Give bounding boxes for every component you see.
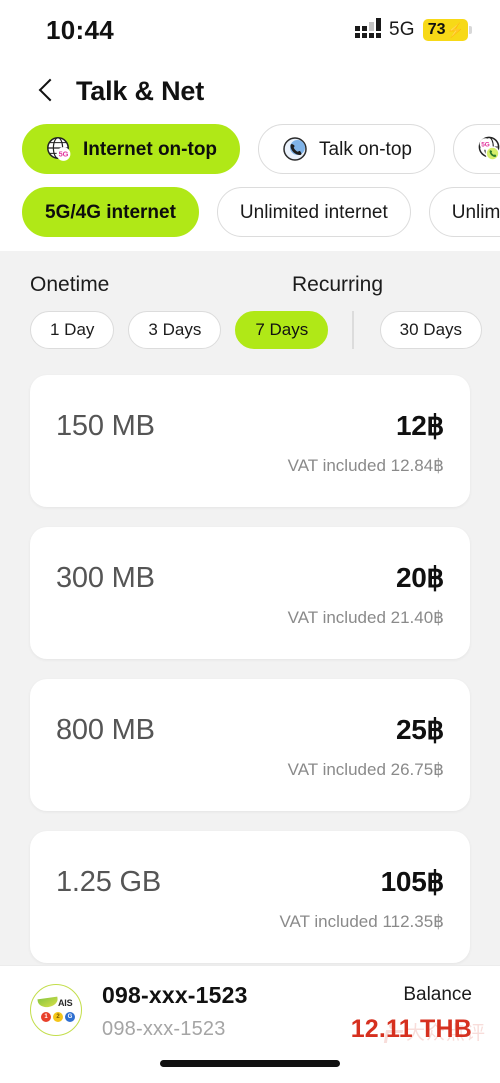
package-card-top: 800 MB 25฿ [56, 713, 444, 747]
balance-label: Balance [403, 984, 472, 1005]
globe-5g-icon: 5G [45, 135, 73, 163]
svg-text:5G: 5G [481, 141, 490, 148]
package-vat: VAT included 26.75฿ [287, 760, 444, 779]
chip-talk-on-top[interactable]: Talk on-top [258, 124, 435, 174]
msisdn-secondary: 098-xxx-1523 [102, 1018, 226, 1040]
package-vat: VAT included 112.35฿ [279, 912, 444, 931]
ais-logo-icon: AIS 1 2 G [30, 984, 82, 1036]
ais-logo-text: AIS [58, 998, 73, 1008]
package-vat: VAT included 12.84฿ [287, 456, 444, 475]
svg-text:5G: 5G [59, 150, 69, 159]
balance-block: Balance 12.11 THB [351, 984, 472, 1044]
package-card[interactable]: 800 MB 25฿ VAT included 26.75฿ [30, 679, 470, 811]
page-title: Talk & Net [76, 75, 205, 106]
ais-dot-red: 1 [41, 1012, 51, 1022]
package-card[interactable]: 300 MB 20฿ VAT included 21.40฿ [30, 527, 470, 659]
package-card-list: 150 MB 12฿ VAT included 12.84฿ 300 MB 20… [0, 375, 500, 963]
package-card[interactable]: 1.25 GB 105฿ VAT included 112.35฿ [30, 831, 470, 963]
chip-label: Internet on-top [83, 138, 218, 160]
chip-5g-4g-internet[interactable]: 5G/4G internet [22, 187, 199, 237]
battery-percent: 73 [427, 21, 446, 38]
ais-logo-dots: 1 2 G [41, 1012, 75, 1022]
duration-1-day[interactable]: 1 Day [30, 311, 115, 349]
phone-circle-icon [281, 135, 309, 163]
chip-label: 5G/4G internet [45, 201, 176, 223]
package-size: 300 MB [56, 562, 155, 594]
chip-label: Unlimited internet [239, 201, 388, 223]
chip-label: Talk on-top [319, 138, 412, 160]
category-chips-area: 5G Internet on-top Talk on-top 5G 5G/4G … [0, 112, 500, 251]
globe-talk-icon: 5G [476, 135, 500, 163]
duration-options-row: 1 Day 3 Days 7 Days 30 Days [0, 297, 500, 349]
package-card-top: 1.25 GB 105฿ [56, 865, 444, 899]
status-clock: 10:44 [46, 14, 114, 45]
package-price: 105฿ [380, 866, 445, 897]
chip-unlimited-internet[interactable]: Unlimited internet [216, 187, 411, 237]
chip-talk-and-net[interactable]: 5G Talk & n [452, 124, 500, 174]
chip-label: Unlimited in [451, 201, 500, 223]
chip-internet-on-top[interactable]: 5G Internet on-top [22, 124, 241, 174]
duration-divider [352, 311, 354, 349]
page-header: Talk & Net [0, 60, 500, 112]
status-indicators: 5G 73 ⚡ [355, 18, 473, 41]
ais-dot-blue: G [65, 1012, 75, 1022]
duration-headings: Onetime Recurring [0, 273, 500, 297]
onetime-heading: Onetime [30, 273, 110, 296]
package-size: 150 MB [56, 410, 155, 442]
duration-30-days[interactable]: 30 Days [379, 311, 483, 349]
duration-7-days[interactable]: 7 Days [235, 311, 329, 349]
package-price: 20฿ [395, 562, 444, 593]
package-card-top: 300 MB 20฿ [56, 561, 444, 595]
balance-value: 12.11 THB [350, 1015, 472, 1043]
battery-icon: 73 ⚡ [422, 19, 473, 41]
recurring-heading: Recurring [292, 273, 384, 296]
status-bar: 10:44 5G 73 ⚡ [0, 0, 500, 60]
sim-info: 098-xxx-1523 098-xxx-1523 [102, 982, 351, 1041]
signal-dots-icon [355, 18, 382, 38]
bottom-account-bar[interactable]: AIS 1 2 G 098-xxx-1523 098-xxx-1523 Bala… [0, 965, 500, 1083]
chip-unlimited-internet-2[interactable]: Unlimited in [428, 187, 500, 237]
back-chevron-icon[interactable] [36, 74, 58, 108]
charging-bolt-icon: ⚡ [446, 22, 464, 38]
category-chip-row-2: 5G/4G internet Unlimited internet Unlimi… [0, 187, 500, 237]
package-card[interactable]: 150 MB 12฿ VAT included 12.84฿ [30, 375, 470, 507]
ais-dot-yellow: 2 [53, 1012, 63, 1022]
duration-3-days[interactable]: 3 Days [128, 311, 222, 349]
phone-screen: 10:44 5G 73 ⚡ Talk & Net 5G Internet on-… [0, 0, 500, 1083]
ais-swoosh [37, 996, 59, 1009]
content-area: Onetime Recurring 1 Day 3 Days 7 Days 30… [0, 251, 500, 1083]
package-price: 25฿ [395, 714, 444, 745]
home-indicator[interactable] [160, 1060, 340, 1067]
package-size: 1.25 GB [56, 866, 161, 898]
package-vat: VAT included 21.40฿ [287, 608, 444, 627]
msisdn-primary: 098-xxx-1523 [102, 982, 248, 1008]
package-size: 800 MB [56, 714, 155, 746]
category-chip-row-1: 5G Internet on-top Talk on-top 5G [0, 124, 500, 174]
package-price: 12฿ [395, 410, 444, 441]
network-type-label: 5G [389, 19, 415, 40]
package-card-top: 150 MB 12฿ [56, 409, 444, 443]
